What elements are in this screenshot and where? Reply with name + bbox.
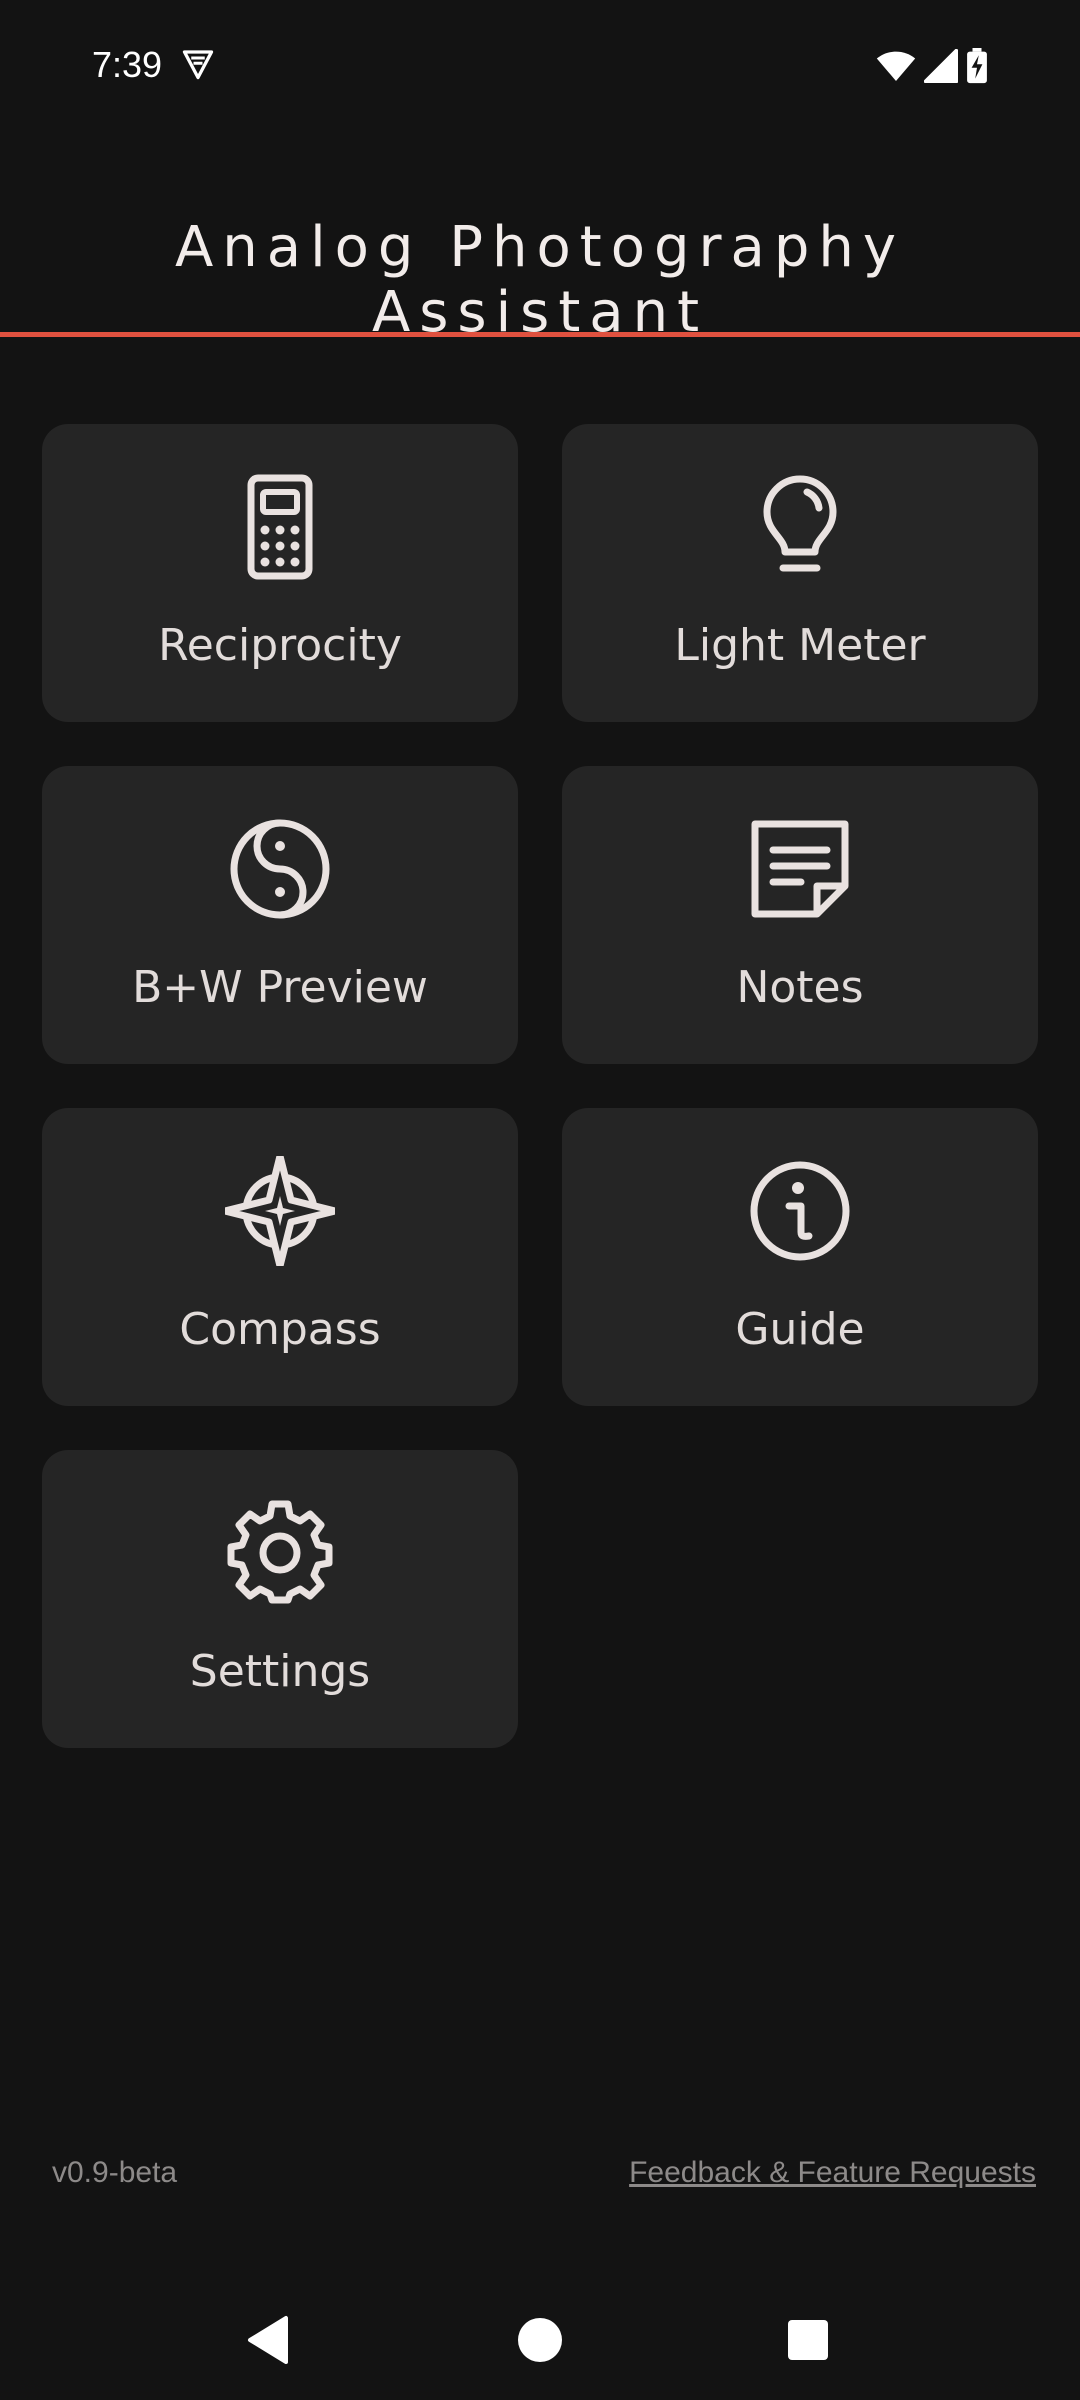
tile-label: Light Meter [674, 620, 926, 671]
version-label: v0.9-beta [52, 2156, 178, 2189]
yin-yang-icon [230, 819, 330, 919]
gear-icon [227, 1500, 333, 1604]
header-accent-rule [0, 332, 1080, 337]
recents-icon[interactable] [778, 2310, 838, 2370]
status-bar: 7:39 [0, 0, 1080, 132]
tile-settings[interactable]: Settings [42, 1450, 518, 1748]
tile-notes[interactable]: Notes [562, 766, 1038, 1064]
tile-reciprocity[interactable]: Reciprocity [42, 424, 518, 722]
status-time: 7:39 [92, 44, 163, 85]
calculator-icon [247, 474, 313, 580]
feedback-link[interactable]: Feedback & Feature Requests [629, 2156, 1036, 2190]
tile-bw-preview[interactable]: B+W Preview [42, 766, 518, 1064]
wifi-icon [876, 51, 916, 81]
tile-label: Guide [735, 1304, 865, 1355]
home-icon[interactable] [510, 2310, 570, 2370]
compass-icon [225, 1156, 335, 1266]
tile-label: Notes [736, 962, 864, 1013]
battery-charging-icon [967, 48, 987, 84]
tile-light-meter[interactable]: Light Meter [562, 424, 1038, 722]
lightbulb-icon [763, 475, 837, 572]
vpn-shield-icon [182, 50, 214, 80]
app-title: Analog Photography Assistant [174, 215, 906, 345]
tile-label: Settings [189, 1646, 371, 1697]
note-icon [751, 820, 849, 918]
system-nav-bar [0, 2280, 1080, 2400]
tile-label: B+W Preview [132, 962, 428, 1013]
tile-label: Reciprocity [158, 620, 402, 671]
tile-guide[interactable]: Guide [562, 1108, 1038, 1406]
app-screen: 7:39 Analog Photography Assistant Recipr… [0, 0, 1080, 2400]
tile-label: Compass [179, 1304, 381, 1355]
status-icons [876, 46, 988, 86]
info-icon [750, 1161, 850, 1261]
back-icon[interactable] [240, 2310, 300, 2370]
tile-compass[interactable]: Compass [42, 1108, 518, 1406]
cell-signal-icon [924, 49, 958, 83]
